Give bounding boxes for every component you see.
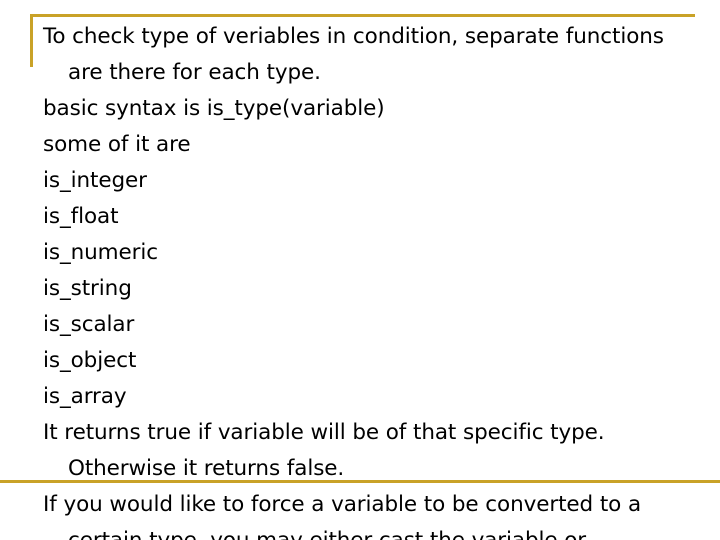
list-item-is-array: is_array	[43, 384, 127, 409]
list-item-is-string: is_string	[43, 276, 132, 301]
list-item-is-integer: is_integer	[43, 168, 147, 193]
list-item-is-object: is_object	[43, 348, 137, 373]
paragraph-some-of-it-are: some of it are	[43, 132, 191, 157]
list-item-is-float: is_float	[43, 204, 119, 229]
slide-body-text: To check type of veriables in condition,…	[43, 19, 693, 540]
list-item-is-scalar: is_scalar	[43, 312, 135, 337]
slide-canvas: To check type of veriables in condition,…	[0, 0, 720, 540]
accent-border-left	[30, 14, 33, 67]
paragraph-force-convert: If you would like to force a variable to…	[43, 492, 642, 540]
accent-border-top	[30, 14, 695, 17]
accent-rule-bottom	[0, 480, 720, 483]
paragraph-syntax: basic syntax is is_type(variable)	[43, 96, 385, 121]
paragraph-intro: To check type of veriables in condition,…	[43, 24, 664, 85]
paragraph-return-value: It returns true if variable will be of t…	[43, 420, 605, 481]
list-item-is-numeric: is_numeric	[43, 240, 158, 265]
